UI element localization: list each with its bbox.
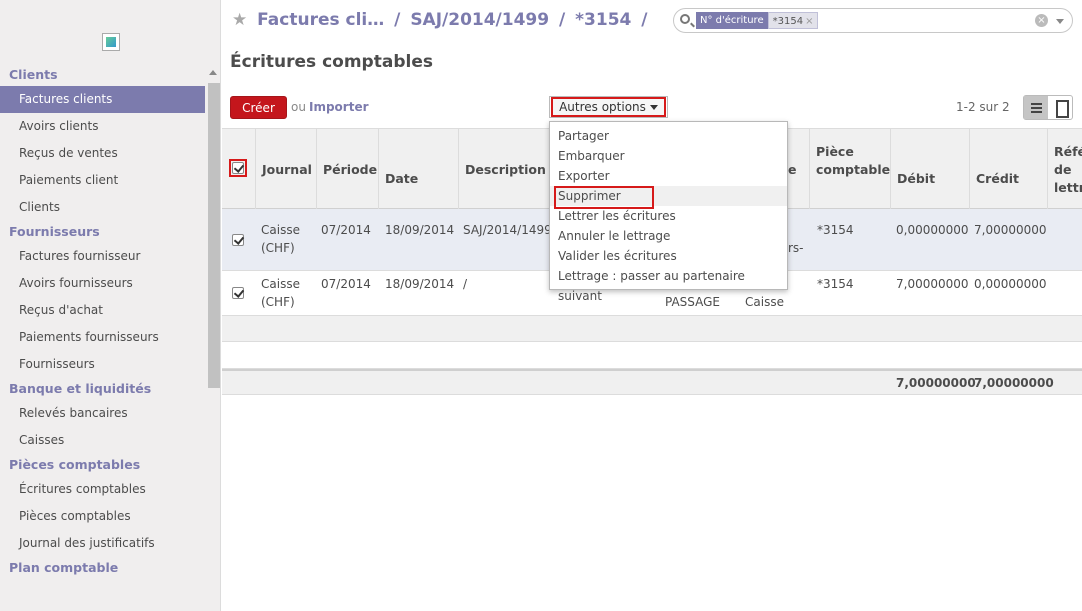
menu-item-valider[interactable]: Valider les écritures xyxy=(550,246,787,266)
import-link[interactable]: Importer xyxy=(309,100,369,114)
breadcrumb: ★ Factures cli… / SAJ/2014/1499 / *3154 … xyxy=(232,10,652,30)
header-journal[interactable]: Journal xyxy=(256,129,317,209)
facet-value-text: *3154 xyxy=(772,16,804,27)
sidebar-section-pieces: Pièces comptables xyxy=(9,457,141,472)
cell-piece: *3154 xyxy=(817,223,854,237)
sidebar-section-banque: Banque et liquidités xyxy=(9,381,152,396)
or-label: ou xyxy=(291,100,306,114)
breadcrumb-separator: / xyxy=(559,10,566,30)
total-debit: 7,00000000 xyxy=(896,376,976,390)
sidebar-item-factures-fournisseur[interactable]: Factures fournisseur xyxy=(0,243,205,270)
cell-periode: 07/2014 xyxy=(321,277,371,291)
sidebar-item-recus-achat[interactable]: Reçus d'achat xyxy=(0,297,205,324)
cell-journal: Caisse (CHF) xyxy=(261,277,300,309)
cell-debit: 0,00000000 xyxy=(896,223,969,237)
facet-value: *3154 × xyxy=(767,12,819,29)
menu-item-lettrer[interactable]: Lettrer les écritures xyxy=(550,206,787,226)
more-options-button[interactable]: Autres options xyxy=(549,96,668,118)
breadcrumb-item-move[interactable]: SAJ/2014/1499 xyxy=(410,10,549,30)
sidebar-menu: Clients Factures clients Avoirs clients … xyxy=(0,64,205,579)
menu-item-annuler-lettrage[interactable]: Annuler le lettrage xyxy=(550,226,787,246)
empty-row xyxy=(222,342,1082,369)
menu-item-embarquer[interactable]: Embarquer xyxy=(550,146,787,166)
sidebar-item-journal-justificatifs[interactable]: Journal des justificatifs xyxy=(0,530,205,557)
header-credit[interactable]: Crédit xyxy=(970,129,1048,209)
search-facet[interactable]: N° d'écriture *3154 × xyxy=(696,12,819,29)
cell-partner: PASSAGE xyxy=(665,295,721,309)
sidebar-item-avoirs-clients[interactable]: Avoirs clients xyxy=(0,113,205,140)
sidebar-item-recus-ventes[interactable]: Reçus de ventes xyxy=(0,140,205,167)
totals-row: 7,00000000 7,00000000 xyxy=(222,369,1082,395)
page-title: Écritures comptables xyxy=(230,52,433,72)
header-periode[interactable]: Période xyxy=(317,129,379,209)
menu-item-supprimer[interactable]: Supprimer xyxy=(550,186,787,209)
more-options-menu: Partager Embarquer Exporter Supprimer Le… xyxy=(549,121,788,303)
scroll-up-arrow-icon[interactable] xyxy=(209,70,217,75)
sidebar-section-fournisseurs: Fournisseurs xyxy=(9,224,100,239)
row-checkbox[interactable] xyxy=(232,234,244,246)
empty-row xyxy=(222,316,1082,342)
sidebar-section-plan: Plan comptable xyxy=(9,560,119,575)
cell-periode: 07/2014 xyxy=(321,223,371,237)
sidebar-item-paiements-fournisseurs[interactable]: Paiements fournisseurs xyxy=(0,324,205,351)
company-logo[interactable] xyxy=(102,33,120,51)
menu-item-partager[interactable]: Partager xyxy=(550,126,787,146)
breadcrumb-item-entry: *3154 xyxy=(575,10,632,30)
cell-debit: 7,00000000 xyxy=(896,277,969,291)
sidebar-item-caisses[interactable]: Caisses xyxy=(0,427,205,454)
search-input[interactable]: N° d'écriture *3154 × × xyxy=(673,8,1073,33)
cell-description: / xyxy=(463,277,468,291)
select-all-checkbox[interactable] xyxy=(232,162,244,174)
menu-item-exporter[interactable]: Exporter xyxy=(550,166,787,186)
facet-label: N° d'écriture xyxy=(696,12,768,29)
search-dropdown-icon[interactable] xyxy=(1056,19,1064,24)
total-credit: 7,00000000 xyxy=(974,376,1054,390)
sidebar-scrollbar[interactable] xyxy=(206,66,220,611)
header-date[interactable]: Date xyxy=(379,129,459,209)
breadcrumb-separator: / xyxy=(641,10,648,30)
header-select-all-cell xyxy=(222,129,256,209)
view-switcher xyxy=(1023,95,1073,120)
form-view-icon[interactable] xyxy=(1048,96,1072,119)
cell-partial: rs- xyxy=(788,241,804,255)
sidebar-item-fournisseurs[interactable]: Fournisseurs xyxy=(0,351,205,378)
sidebar-section-clients: Clients xyxy=(9,67,58,82)
row-checkbox[interactable] xyxy=(232,287,244,299)
cell-piece: *3154 xyxy=(817,277,854,291)
clear-search-icon[interactable]: × xyxy=(1035,14,1048,27)
sidebar-item-paiements-client[interactable]: Paiements client xyxy=(0,167,205,194)
list-view-icon[interactable] xyxy=(1024,96,1048,119)
facet-remove-icon[interactable]: × xyxy=(805,16,813,27)
cell-description: SAJ/2014/1499 xyxy=(463,223,552,237)
caret-down-icon xyxy=(649,105,658,110)
sidebar: Clients Factures clients Avoirs clients … xyxy=(0,0,221,611)
sidebar-item-factures-clients[interactable]: Factures clients xyxy=(0,86,205,113)
menu-item-lettrage-suivant[interactable]: Lettrage : passer au partenaire suivant xyxy=(550,266,787,303)
sidebar-item-releves-bancaires[interactable]: Relevés bancaires xyxy=(0,400,205,427)
header-description[interactable]: Description xyxy=(459,129,550,209)
star-icon[interactable]: ★ xyxy=(232,10,247,30)
header-piece-comptable[interactable]: Pièce comptable xyxy=(810,129,891,209)
cell-date: 18/09/2014 xyxy=(385,223,455,237)
cell-credit: 7,00000000 xyxy=(974,223,1047,237)
more-options-label: Autres options xyxy=(559,100,646,114)
cell-journal: Caisse (CHF) xyxy=(261,223,300,255)
search-icon[interactable] xyxy=(680,14,690,24)
sidebar-item-pieces-comptables[interactable]: Pièces comptables xyxy=(0,503,205,530)
breadcrumb-separator: / xyxy=(394,10,401,30)
sidebar-item-ecritures-comptables[interactable]: Écritures comptables xyxy=(0,476,205,503)
cell-account: Caisse xyxy=(745,295,784,309)
pager: 1-2 sur 2 xyxy=(956,100,1010,114)
sidebar-item-clients[interactable]: Clients xyxy=(0,194,205,221)
header-reference-lettrage[interactable]: Réfé de lettr xyxy=(1048,129,1082,209)
sidebar-item-avoirs-fournisseurs[interactable]: Avoirs fournisseurs xyxy=(0,270,205,297)
breadcrumb-item-invoices[interactable]: Factures cli… xyxy=(257,10,384,30)
cell-credit: 0,00000000 xyxy=(974,277,1047,291)
cell-date: 18/09/2014 xyxy=(385,277,455,291)
scrollbar-thumb[interactable] xyxy=(208,83,220,388)
create-button[interactable]: Créer xyxy=(230,96,287,119)
header-debit[interactable]: Débit xyxy=(891,129,970,209)
